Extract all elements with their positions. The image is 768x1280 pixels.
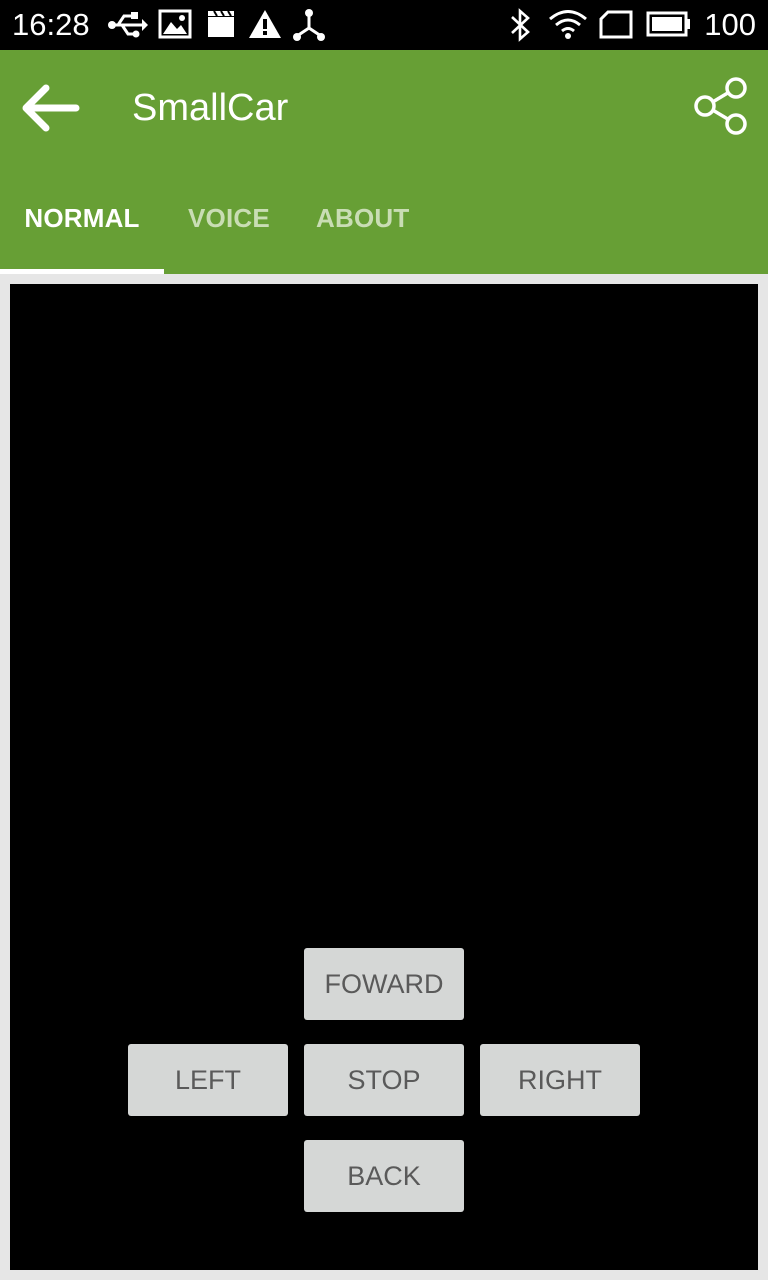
tab-about[interactable]: ABOUT (316, 180, 409, 274)
stop-button[interactable]: STOP (304, 1044, 464, 1116)
battery-percent: 100 (704, 7, 756, 42)
tab-normal[interactable]: NORMAL (0, 180, 164, 274)
tab-bar: NORMAL VOICE ABOUT (0, 180, 768, 274)
usb-icon (108, 12, 148, 38)
status-bar: 16:28 100 (0, 0, 768, 50)
clapper-icon (208, 10, 234, 37)
status-time: 16:28 (12, 7, 90, 42)
image-icon (158, 9, 192, 39)
bluetooth-icon (511, 8, 530, 42)
back-button[interactable]: BACK (304, 1140, 464, 1212)
forward-button[interactable]: FOWARD (304, 948, 464, 1020)
tab-voice[interactable]: VOICE (188, 180, 270, 274)
share-icon[interactable] (692, 76, 750, 136)
sim-icon (599, 10, 633, 39)
tab-indicator (0, 269, 164, 274)
warning-icon (249, 10, 281, 38)
arrow-back-icon[interactable] (18, 80, 82, 136)
battery-icon (646, 11, 690, 37)
camera-view: FOWARD LEFT STOP RIGHT BACK (10, 284, 758, 1270)
share-nodes-icon (293, 9, 325, 41)
app-bar: SmallCar NORMAL VOICE ABOUT (0, 50, 768, 274)
wifi-icon (549, 10, 587, 39)
app-title: SmallCar (132, 87, 289, 129)
right-button[interactable]: RIGHT (480, 1044, 640, 1116)
left-button[interactable]: LEFT (128, 1044, 288, 1116)
